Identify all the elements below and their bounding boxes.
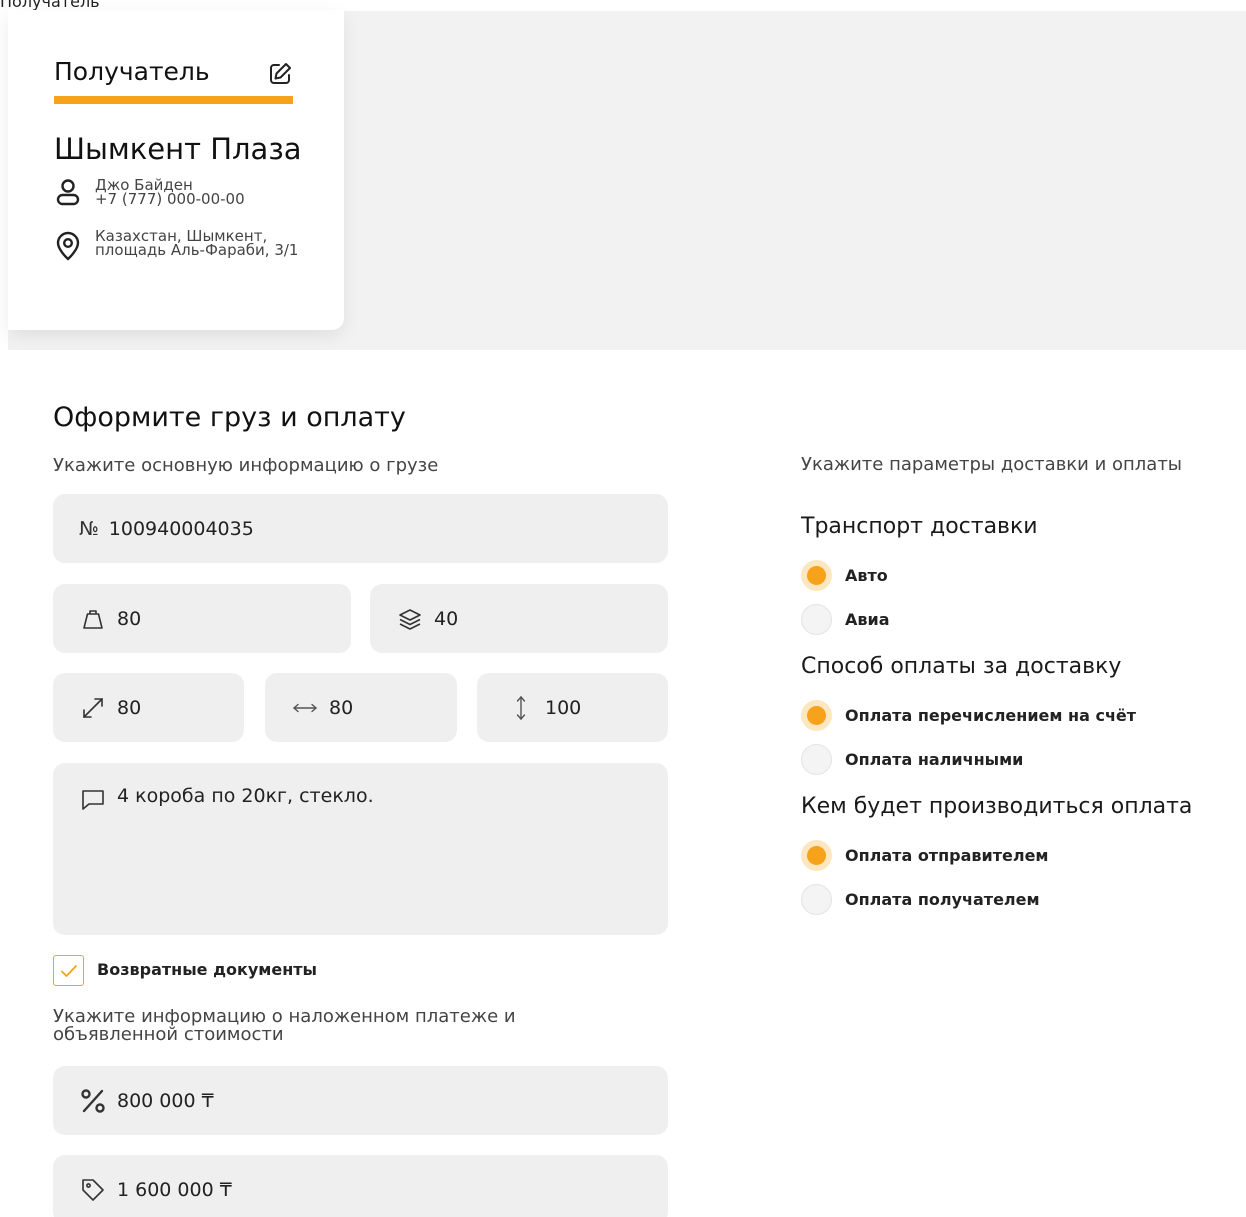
location-pin-icon: [54, 230, 82, 262]
layers-icon: [396, 605, 424, 633]
radio-unselected-icon[interactable]: [801, 884, 832, 915]
payment-info-subtitle: Укажите информацию о наложенном платеже …: [53, 1006, 516, 1045]
number-sign-icon: №: [79, 517, 99, 540]
radio-selected-icon[interactable]: [801, 700, 832, 731]
length-value: 80: [117, 696, 142, 719]
height-value: 100: [545, 696, 582, 719]
cargo-info-subtitle: Укажите основную информацию о грузе: [53, 455, 439, 476]
radio-label: Оплата получателем: [845, 890, 1040, 909]
person-icon: [56, 178, 80, 208]
recipient-company-name: Шымкент Плаза: [54, 132, 302, 166]
payer-option-sender[interactable]: Оплата отправителем: [801, 840, 1049, 871]
comment-value: 4 короба по 20кг, стекло.: [117, 785, 374, 807]
payment-method-group-title: Способ оплаты за доставку: [801, 654, 1122, 679]
payer-option-recipient[interactable]: Оплата получателем: [801, 884, 1040, 915]
weight-icon: [79, 605, 107, 633]
radio-label: Авто: [845, 566, 888, 585]
payment-method-option-transfer[interactable]: Оплата перечислением на счёт: [801, 700, 1136, 731]
radio-selected-icon[interactable]: [801, 840, 832, 871]
radio-unselected-icon[interactable]: [801, 744, 832, 775]
radio-label: Авиа: [845, 610, 890, 629]
return-documents-checkbox[interactable]: [53, 955, 84, 986]
tracking-number-value: 100940004035: [108, 517, 254, 540]
cod-amount-value: 800 000 ₸: [117, 1089, 214, 1112]
volume-value: 40: [434, 607, 459, 630]
transport-option-auto[interactable]: Авто: [801, 560, 888, 591]
transport-option-air[interactable]: Авиа: [801, 604, 890, 635]
payer-group-title: Кем будет производиться оплата: [801, 794, 1193, 819]
radio-unselected-icon[interactable]: [801, 604, 832, 635]
tracking-number-field[interactable]: № 100940004035: [53, 494, 668, 563]
comment-field[interactable]: 4 короба по 20кг, стекло.: [53, 763, 668, 935]
declared-value-field[interactable]: 1 600 000 ₸: [53, 1155, 668, 1217]
percent-icon: [79, 1087, 107, 1115]
comment-icon: [79, 785, 107, 813]
weight-field[interactable]: 80: [53, 584, 351, 653]
recipient-card-title: Получатель: [54, 57, 210, 86]
weight-value: 80: [117, 607, 142, 630]
active-underline: [54, 96, 293, 104]
vertical-arrows-icon: [507, 694, 535, 722]
return-documents-label[interactable]: Возвратные документы: [97, 960, 317, 979]
contact-phone: +7 (777) 000-00-00: [95, 190, 245, 208]
payment-method-option-cash[interactable]: Оплата наличными: [801, 744, 1023, 775]
page-title: Оформите груз и оплату: [53, 402, 406, 433]
transport-group-title: Транспорт доставки: [801, 514, 1038, 539]
price-tag-icon: [79, 1176, 107, 1204]
height-field[interactable]: 100: [477, 673, 668, 742]
edit-icon[interactable]: [266, 60, 294, 88]
volume-field[interactable]: 40: [370, 584, 668, 653]
radio-label: Оплата отправителем: [845, 846, 1049, 865]
recipient-contact: Джо Байден +7 (777) 000-00-00: [95, 178, 245, 208]
radio-selected-icon[interactable]: [801, 560, 832, 591]
cod-amount-field[interactable]: 800 000 ₸: [53, 1066, 668, 1135]
check-icon: [60, 964, 77, 977]
diagonal-arrows-icon: [79, 694, 107, 722]
width-value: 80: [329, 696, 354, 719]
recipient-card: Получатель Шымкент Плаза Джо Байден +7 (…: [8, 10, 344, 330]
radio-label: Оплата перечислением на счёт: [845, 706, 1137, 725]
delivery-params-subtitle: Укажите параметры доставки и оплаты: [801, 454, 1183, 475]
width-field[interactable]: 80: [265, 673, 457, 742]
radio-label: Оплата наличными: [845, 750, 1024, 769]
declared-value-value: 1 600 000 ₸: [117, 1178, 232, 1201]
recipient-address: Казахстан, Шымкент, площадь Аль-Фараби, …: [95, 227, 299, 259]
length-field[interactable]: 80: [53, 673, 244, 742]
horizontal-arrows-icon: [291, 694, 319, 722]
